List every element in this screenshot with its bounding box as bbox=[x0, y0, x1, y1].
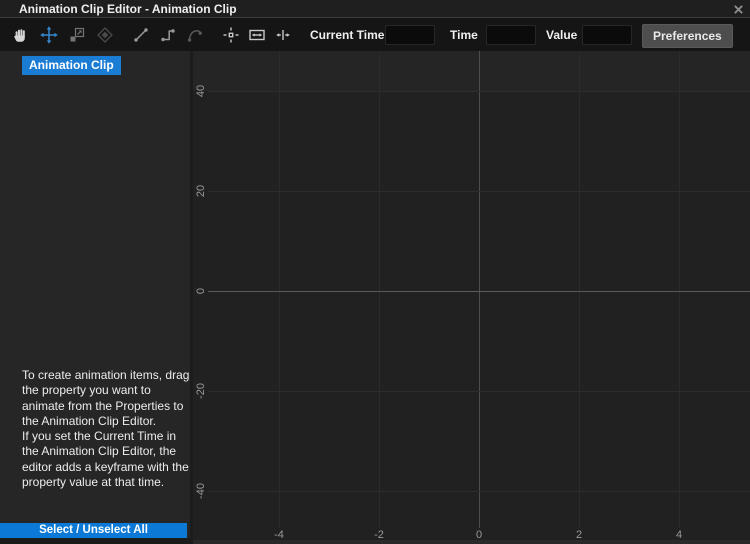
value-input[interactable] bbox=[582, 25, 632, 45]
animation-clip-item[interactable]: Animation Clip bbox=[22, 56, 121, 75]
sidebar-bottom-strip bbox=[0, 538, 190, 544]
gridline-vertical bbox=[379, 51, 380, 528]
scale-tool-button[interactable] bbox=[66, 24, 88, 46]
y-tick-label: 40 bbox=[195, 78, 207, 104]
gridline-vertical bbox=[579, 51, 580, 528]
animation-clip-editor-window: Animation Clip Editor - Animation Clip bbox=[0, 0, 750, 544]
graph-bottom-strip bbox=[193, 540, 750, 544]
y-tick-label: -20 bbox=[195, 378, 207, 404]
current-time-input[interactable] bbox=[385, 25, 435, 45]
gridline-vertical bbox=[279, 51, 280, 528]
crosshair-icon bbox=[221, 25, 241, 45]
gridline-horizontal bbox=[208, 391, 750, 392]
out-of-range-band bbox=[193, 51, 750, 91]
step-interpolation-tool-button[interactable] bbox=[157, 24, 179, 46]
scale-icon bbox=[67, 25, 87, 45]
linear-segment-icon bbox=[131, 25, 151, 45]
preferences-button[interactable]: Preferences bbox=[642, 24, 733, 48]
y-tick-label: -40 bbox=[195, 478, 207, 504]
keyframe-diamond-icon bbox=[95, 25, 115, 45]
gridline-horizontal bbox=[208, 191, 750, 192]
move-tool-button[interactable] bbox=[38, 24, 60, 46]
gridline-horizontal bbox=[208, 91, 750, 92]
time-label: Time bbox=[450, 28, 478, 42]
curve-editor-canvas[interactable]: 40 20 0 -20 -40 -4 -2 0 2 4 bbox=[193, 51, 750, 544]
fit-width-icon bbox=[247, 25, 267, 45]
y-tick-label: 0 bbox=[195, 278, 207, 304]
select-unselect-all-button[interactable]: Select / Unselect All bbox=[0, 523, 187, 538]
time-input[interactable] bbox=[486, 25, 536, 45]
y-tick-label: 20 bbox=[195, 178, 207, 204]
current-time-label: Current Time bbox=[310, 28, 384, 42]
split-arrows-icon bbox=[273, 25, 293, 45]
add-keyframe-tool-button[interactable] bbox=[94, 24, 116, 46]
gridline-horizontal bbox=[208, 491, 750, 492]
title-bar[interactable]: Animation Clip Editor - Animation Clip bbox=[0, 0, 750, 18]
spline-interpolation-tool-button[interactable] bbox=[184, 24, 206, 46]
expand-horizontal-tool-button[interactable] bbox=[272, 24, 294, 46]
linear-interpolation-tool-button[interactable] bbox=[130, 24, 152, 46]
fit-horizontal-tool-button[interactable] bbox=[246, 24, 268, 46]
value-label: Value bbox=[546, 28, 577, 42]
curve-segment-icon bbox=[185, 25, 205, 45]
clip-list-panel: Animation Clip To create animation items… bbox=[0, 51, 190, 544]
pan-tool-button[interactable] bbox=[10, 24, 32, 46]
axis-vertical-zero bbox=[479, 51, 480, 528]
hand-icon bbox=[11, 25, 31, 45]
close-button[interactable] bbox=[730, 2, 746, 16]
axis-horizontal-zero bbox=[208, 291, 750, 292]
step-segment-icon bbox=[158, 25, 178, 45]
move-arrows-icon bbox=[39, 25, 59, 45]
toolbar: Current Time Time Value Preferences bbox=[0, 18, 750, 51]
help-text: To create animation items, drag the prop… bbox=[22, 368, 190, 490]
close-icon bbox=[733, 4, 744, 15]
window-title: Animation Clip Editor - Animation Clip bbox=[19, 2, 237, 16]
gridline-vertical bbox=[679, 51, 680, 528]
center-view-tool-button[interactable] bbox=[220, 24, 242, 46]
